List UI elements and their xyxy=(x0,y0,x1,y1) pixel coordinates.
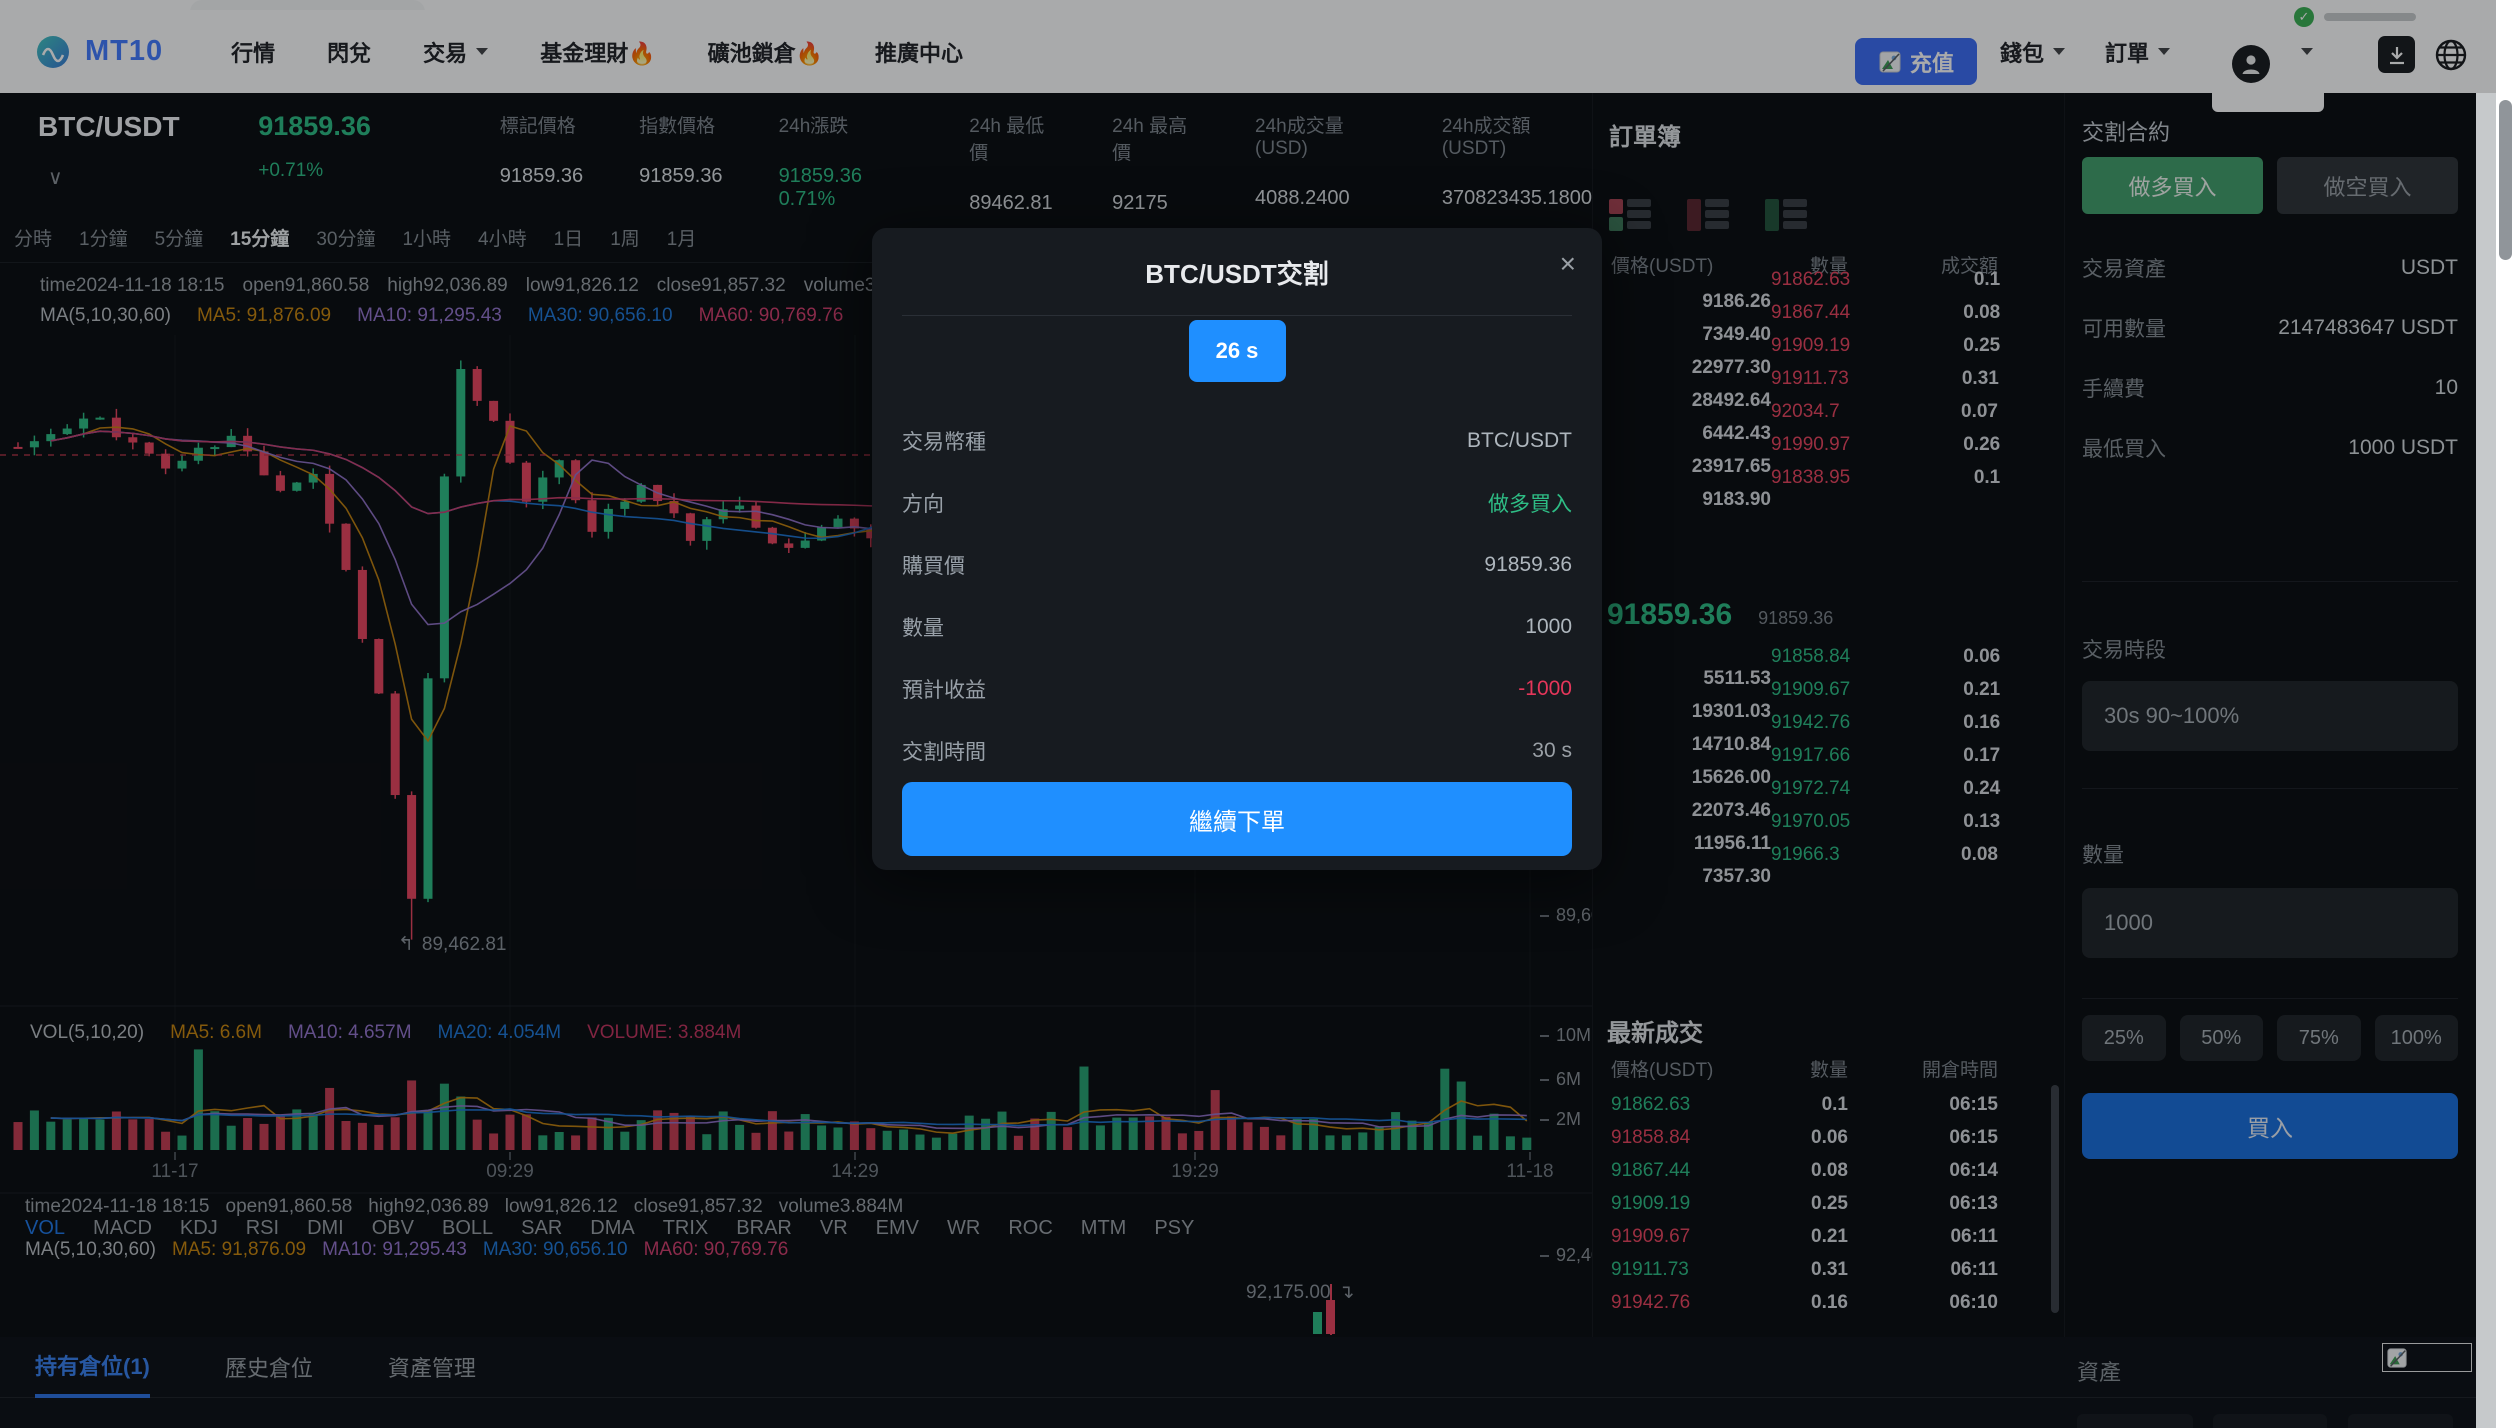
page-scrollbar-track[interactable] xyxy=(2476,93,2496,1428)
modal-row-value: -1000 xyxy=(1518,677,1572,701)
continue-order-button[interactable]: 繼續下單 xyxy=(902,782,1572,856)
modal-row-label: 數量 xyxy=(902,612,944,642)
modal-row-label: 方向 xyxy=(902,488,944,518)
modal-row-label: 交易幣種 xyxy=(902,426,986,456)
modal-row-5: 交割時間 30 s xyxy=(902,720,1572,782)
divider xyxy=(902,315,1572,316)
modal-row-label: 交割時間 xyxy=(902,736,986,766)
browser-scrollbar[interactable] xyxy=(2496,0,2516,1428)
scrollbar-thumb[interactable] xyxy=(2499,100,2512,260)
app-root: MT10 行情閃兌交易基金理財🔥礦池鎖倉🔥推廣中心 充值 錢包 訂單 xyxy=(0,0,2516,1428)
modal-row-1: 方向 做多買入 xyxy=(902,472,1572,534)
modal-rows: 交易幣種 BTC/USDT 方向 做多買入購買價 91859.36 數量 1000 預計收益 -… xyxy=(902,410,1572,782)
modal-row-4: 預計收益 -1000 xyxy=(902,658,1572,720)
modal-row-value: 91859.36 xyxy=(1484,553,1572,577)
modal-row-2: 購買價 91859.36 xyxy=(902,534,1572,596)
modal-title: BTC/USDT交割 xyxy=(902,228,1572,291)
modal-row-value: BTC/USDT xyxy=(1467,429,1572,453)
modal-row-value: 30 s xyxy=(1532,739,1572,763)
modal-row-3: 數量 1000 xyxy=(902,596,1572,658)
modal-row-label: 購買價 xyxy=(902,550,965,580)
close-icon[interactable]: × xyxy=(1560,250,1576,278)
countdown-timer: 26 s xyxy=(1189,320,1286,382)
delivery-modal: BTC/USDT交割 × 26 s 交易幣種 BTC/USDT 方向 做多買入購買價 9… xyxy=(872,228,1602,870)
modal-row-0: 交易幣種 BTC/USDT xyxy=(902,410,1572,472)
modal-row-value: 1000 xyxy=(1525,615,1572,639)
modal-row-label: 預計收益 xyxy=(902,674,986,704)
modal-row-value: 做多買入 xyxy=(1488,488,1572,518)
